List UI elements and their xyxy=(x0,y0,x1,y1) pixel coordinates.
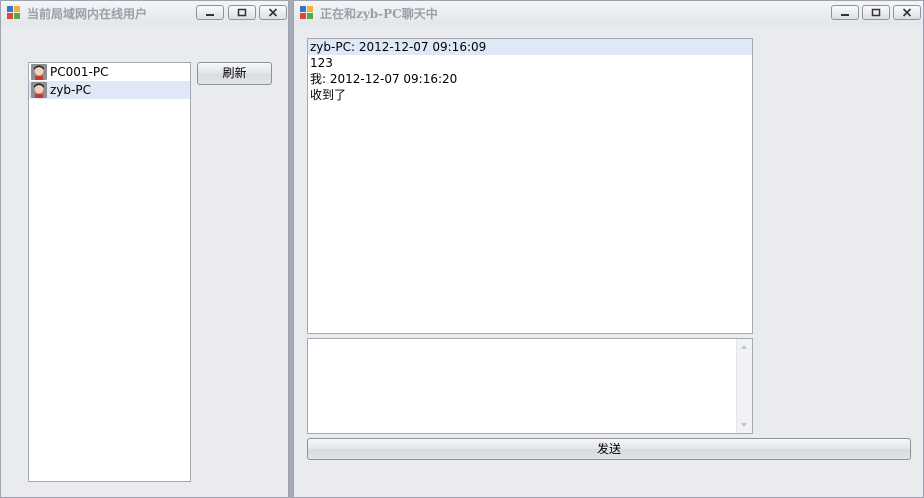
online-users-window: 当前局域网内在线用户 PC001-PC zyb-PC 刷新 xyxy=(0,0,289,498)
maximize-icon xyxy=(237,8,247,17)
chat-message-header[interactable]: zyb-PC: 2012-12-07 09:16:09 xyxy=(308,39,752,55)
minimize-icon xyxy=(206,14,214,16)
app-window-icon xyxy=(7,6,21,20)
input-scrollbar[interactable] xyxy=(736,339,752,433)
users-window-title: 当前局域网内在线用户 xyxy=(27,7,148,21)
send-button[interactable]: 发送 xyxy=(307,438,911,460)
chat-window: 正在和zyb-PC聊天中 zyb-PC: 2012-12-07 09:16:09… xyxy=(293,0,924,498)
user-name: PC001-PC xyxy=(50,65,109,79)
maximize-icon xyxy=(871,8,881,17)
users-window-titlebar[interactable]: 当前局域网内在线用户 xyxy=(1,1,288,25)
close-button[interactable] xyxy=(893,5,921,20)
close-icon xyxy=(268,8,278,17)
list-item-user[interactable]: zyb-PC xyxy=(29,81,190,99)
maximize-button[interactable] xyxy=(228,5,256,20)
maximize-button[interactable] xyxy=(862,5,890,20)
scroll-up-icon[interactable] xyxy=(741,345,747,349)
user-avatar-icon xyxy=(31,82,47,98)
minimize-button[interactable] xyxy=(831,5,859,20)
user-avatar-icon xyxy=(31,64,47,80)
minimize-icon xyxy=(841,14,849,16)
chat-message-header[interactable]: 我: 2012-12-07 09:16:20 xyxy=(308,71,752,87)
online-users-list[interactable]: PC001-PC zyb-PC xyxy=(28,62,191,482)
message-input-text[interactable] xyxy=(308,339,752,343)
minimize-button[interactable] xyxy=(196,5,224,20)
message-input[interactable] xyxy=(307,338,753,434)
close-button[interactable] xyxy=(259,5,287,20)
chat-window-titlebar[interactable]: 正在和zyb-PC聊天中 xyxy=(294,1,923,25)
chat-window-title: 正在和zyb-PC聊天中 xyxy=(320,7,438,21)
user-name: zyb-PC xyxy=(50,83,91,97)
close-icon xyxy=(902,8,912,17)
chat-message-body[interactable]: 123 xyxy=(308,55,752,71)
list-item-user[interactable]: PC001-PC xyxy=(29,63,190,81)
refresh-button[interactable]: 刷新 xyxy=(197,62,272,85)
chat-history-list[interactable]: zyb-PC: 2012-12-07 09:16:09 123 我: 2012-… xyxy=(307,38,753,334)
chat-message-body[interactable]: 收到了 xyxy=(308,87,752,103)
app-window-icon xyxy=(300,6,314,20)
scroll-down-icon[interactable] xyxy=(741,423,747,427)
